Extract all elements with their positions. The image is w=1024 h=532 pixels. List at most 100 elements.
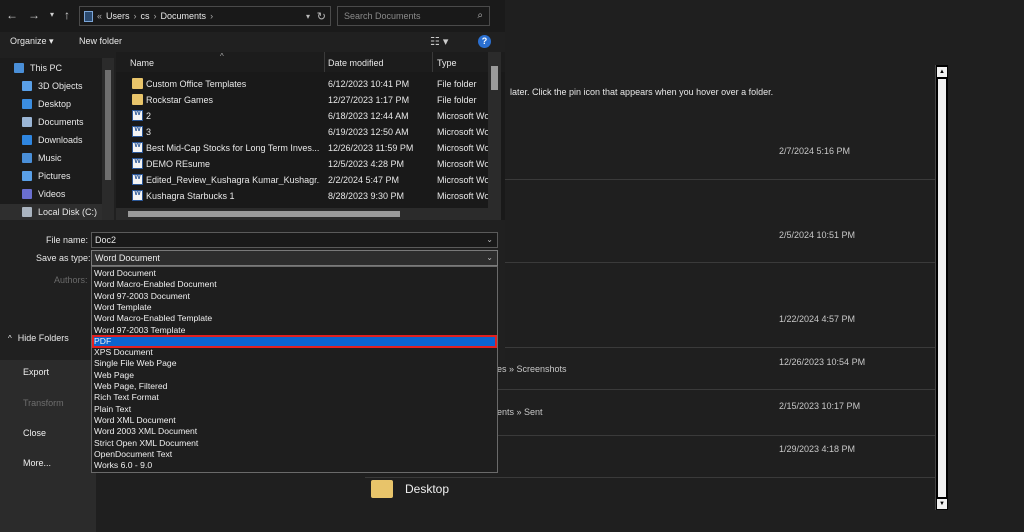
- recent-folder-date: 2/7/2024 5:16 PM: [779, 146, 851, 156]
- column-divider[interactable]: [324, 52, 325, 72]
- back-arrow-icon[interactable]: ←: [4, 7, 20, 23]
- address-overflow[interactable]: «: [97, 11, 102, 21]
- type-option[interactable]: Web Page: [93, 370, 496, 381]
- nav-more[interactable]: More...: [23, 458, 51, 468]
- tree-item-pictures[interactable]: Pictures: [22, 168, 71, 184]
- type-option[interactable]: Rich Text Format: [93, 392, 496, 403]
- folder-icon: [132, 78, 143, 89]
- file-type: Microsoft Wo: [437, 111, 488, 121]
- address-bar[interactable]: « Users › cs › Documents › ▾ ↻: [79, 6, 331, 26]
- type-option[interactable]: OpenDocument Text: [93, 449, 496, 460]
- type-option[interactable]: Plain Text: [93, 404, 496, 415]
- scrollbar-thumb[interactable]: [128, 211, 400, 217]
- scroll-up-icon[interactable]: ▲: [937, 67, 947, 77]
- type-option[interactable]: Word 2003 XML Document: [93, 426, 496, 437]
- view-options-icon[interactable]: ☷ ▾: [430, 35, 448, 48]
- type-option[interactable]: Works 6.0 - 9.0: [93, 460, 496, 471]
- save-type-select[interactable]: Word Document ⌄: [91, 250, 498, 266]
- up-arrow-icon[interactable]: ↑: [59, 7, 75, 23]
- nav-export[interactable]: Export: [23, 367, 49, 377]
- scrollbar-thumb[interactable]: [105, 70, 111, 180]
- type-option[interactable]: Word Template: [93, 302, 496, 313]
- word-document-icon: [132, 110, 143, 121]
- file-name-field[interactable]: Doc2 ⌄: [91, 232, 498, 248]
- file-date: 2/2/2024 5:47 PM: [328, 175, 400, 185]
- column-date-modified[interactable]: Date modified: [328, 58, 384, 68]
- tree-item-videos[interactable]: Videos: [22, 186, 65, 202]
- drive-icon: [22, 207, 32, 217]
- word-document-icon: [132, 174, 143, 185]
- nav-close[interactable]: Close: [23, 428, 46, 438]
- type-option[interactable]: Word 97-2003 Document: [93, 291, 496, 302]
- column-type[interactable]: Type: [437, 58, 457, 68]
- tree-item-local-disk[interactable]: Local Disk (C:): [0, 204, 102, 220]
- sort-ascending-icon: ^: [220, 52, 224, 61]
- tree-item-this-pc[interactable]: This PC: [14, 60, 62, 76]
- recent-locations-chevron-icon[interactable]: ▾: [44, 7, 60, 23]
- hide-folders-button[interactable]: ^ Hide Folders: [8, 333, 69, 343]
- tree-item-desktop[interactable]: Desktop: [22, 96, 71, 112]
- file-type: File folder: [437, 79, 477, 89]
- file-name: 3: [146, 127, 152, 137]
- new-folder-button[interactable]: New folder: [79, 36, 122, 46]
- file-list-horizontal-scrollbar[interactable]: [116, 208, 501, 220]
- recent-folder-path: es » Screenshots: [497, 364, 567, 374]
- word-document-icon: [132, 190, 143, 201]
- file-row[interactable]: 2 6/18/2023 12:44 AM Microsoft Wo: [116, 108, 488, 124]
- column-divider[interactable]: [432, 52, 433, 72]
- file-row[interactable]: Edited_Review_Kushagra Kumar_Kushagr... …: [116, 172, 488, 188]
- backstage-scrollbar[interactable]: ▲ ▼: [935, 65, 948, 510]
- file-name: Edited_Review_Kushagra Kumar_Kushagr...: [146, 175, 320, 185]
- type-option[interactable]: Word 97-2003 Template: [93, 325, 496, 336]
- recent-folder-date: 1/22/2024 4:57 PM: [779, 314, 856, 324]
- scroll-down-icon[interactable]: ▼: [937, 499, 947, 509]
- file-type: File folder: [437, 95, 477, 105]
- type-option[interactable]: Web Page, Filtered: [93, 381, 496, 392]
- type-option[interactable]: Word Macro-Enabled Document: [93, 279, 496, 290]
- scrollbar-thumb[interactable]: [938, 79, 946, 497]
- desktop-folder-label: Desktop: [405, 482, 450, 496]
- music-icon: [22, 153, 32, 163]
- tree-item-music[interactable]: Music: [22, 150, 62, 166]
- address-segment-cs[interactable]: cs: [141, 11, 150, 21]
- scrollbar-thumb[interactable]: [491, 66, 498, 90]
- file-row[interactable]: 3 6/19/2023 12:50 AM Microsoft Wo: [116, 124, 488, 140]
- word-document-icon: [132, 126, 143, 137]
- address-segment-users[interactable]: Users: [106, 11, 130, 21]
- file-name: Custom Office Templates: [146, 79, 247, 89]
- search-input[interactable]: Search Documents ⌕: [337, 6, 490, 26]
- videos-icon: [22, 189, 32, 199]
- column-header: Name ^ Date modified Type: [116, 52, 505, 72]
- word-document-icon: [132, 158, 143, 169]
- type-option[interactable]: XPS Document: [93, 347, 496, 358]
- file-row[interactable]: Rockstar Games 12/27/2023 1:17 PM File f…: [116, 92, 488, 108]
- file-list-vertical-scrollbar[interactable]: [488, 52, 501, 208]
- type-option[interactable]: Strict Open XML Document: [93, 438, 496, 449]
- recent-folder-date: 12/26/2023 10:54 PM: [779, 357, 866, 367]
- type-option[interactable]: Word XML Document: [93, 415, 496, 426]
- tree-item-3d-objects[interactable]: 3D Objects: [22, 78, 83, 94]
- type-option[interactable]: Single File Web Page: [93, 358, 496, 369]
- file-row[interactable]: Custom Office Templates 6/12/2023 10:41 …: [116, 76, 488, 92]
- organize-button[interactable]: Organize ▾: [10, 36, 54, 47]
- help-icon[interactable]: ?: [478, 35, 491, 48]
- forward-arrow-icon[interactable]: →: [26, 7, 42, 23]
- type-option[interactable]: Word Document: [93, 268, 496, 279]
- tree-item-documents[interactable]: Documents: [22, 114, 84, 130]
- tree-item-label: Downloads: [38, 135, 83, 145]
- address-segment-documents[interactable]: Documents: [161, 11, 207, 21]
- file-row[interactable]: Best Mid-Cap Stocks for Long Term Inves.…: [116, 140, 488, 156]
- column-name[interactable]: Name: [130, 58, 154, 68]
- navigation-pane-scrollbar[interactable]: [102, 58, 114, 220]
- address-dropdown-icon[interactable]: ▾: [306, 12, 310, 21]
- chevron-down-icon[interactable]: ⌄: [486, 233, 493, 247]
- type-option[interactable]: Word Macro-Enabled Template: [93, 313, 496, 324]
- file-row[interactable]: Kushagra Starbucks 1 8/28/2023 9:30 PM M…: [116, 188, 488, 204]
- pictures-icon: [22, 171, 32, 181]
- tree-item-downloads[interactable]: Downloads: [22, 132, 83, 148]
- type-option-pdf[interactable]: PDF: [92, 334, 497, 349]
- refresh-icon[interactable]: ↻: [317, 10, 326, 23]
- chevron-down-icon[interactable]: ⌄: [486, 251, 493, 265]
- recent-folder-desktop[interactable]: Desktop: [371, 480, 449, 498]
- file-row[interactable]: DEMO REsume 12/5/2023 4:28 PM Microsoft …: [116, 156, 488, 172]
